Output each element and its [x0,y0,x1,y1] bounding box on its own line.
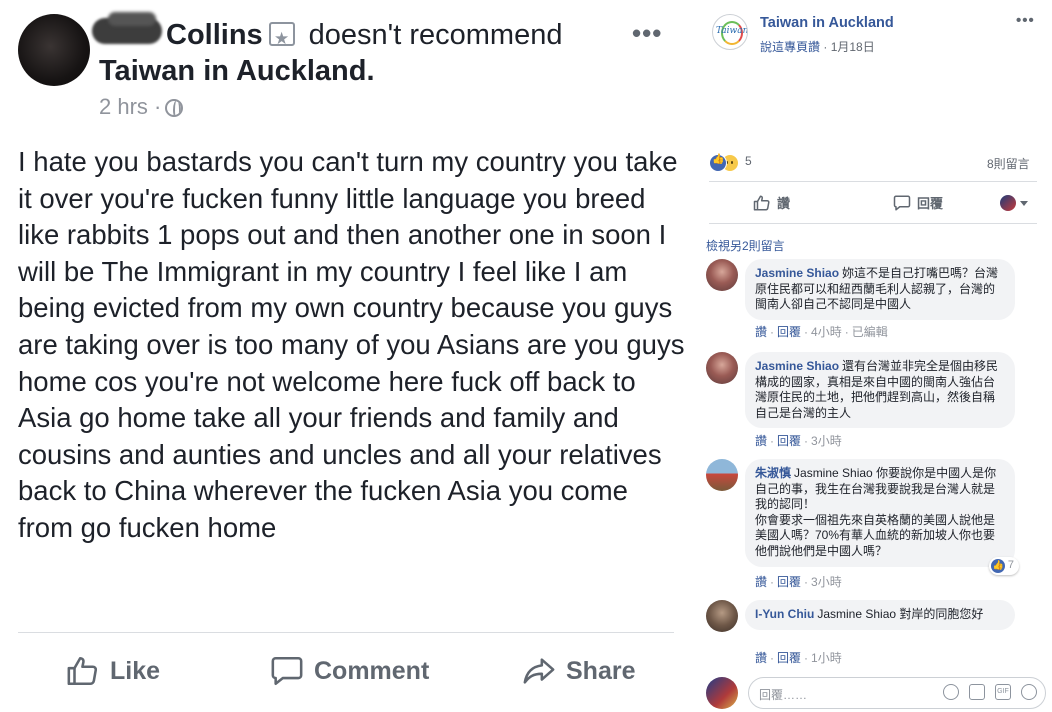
emoji-icon[interactable] [943,684,959,700]
like-label: Like [110,656,161,685]
recommend-verb: doesn't recommend [308,19,563,51]
camera-icon[interactable] [969,684,985,700]
post-header: Collins ★ doesn't recommend [166,17,562,53]
comment-reactions[interactable]: 7 [988,556,1019,575]
comment-text: 對岸的同胞您好 [899,607,984,621]
comment-bubble-icon [271,656,303,686]
comment-time[interactable]: 3小時 [811,575,842,589]
chevron-down-icon [1020,200,1028,206]
comment-time[interactable]: 4小時 [811,325,842,339]
liked-page-link[interactable]: 說這專頁讚 [760,40,820,54]
thumbs-up-icon [753,195,770,210]
commenter-avatar[interactable] [706,259,738,291]
share-label: Share [566,656,636,685]
author-avatar[interactable] [18,14,90,86]
comment-actions: 讚 · 回覆 · 4小時 · 已編輯 [755,325,888,339]
public-globe-icon [165,99,184,117]
page-post-panel: Taiwan Taiwan in Auckland 說這專頁讚 · 1月18日 … [693,0,1052,712]
commenter-name[interactable]: Jasmine Shiao [755,266,839,280]
gif-icon[interactable]: GIF [995,684,1011,700]
comment-actions: 讚 · 回覆 · 1小時 [755,651,842,665]
post-date[interactable]: 1月18日 [831,40,875,54]
commenter-name[interactable]: I-Yun Chiu [755,607,814,621]
commenter-avatar[interactable] [706,352,738,384]
comment-actions: 讚 · 回覆 · 3小時 [755,434,842,448]
like-reaction-icon [990,558,1005,573]
comment-actions: 讚 · 回覆 · 3小時 [755,575,842,589]
share-arrow-icon [523,658,555,684]
comment-reply-link[interactable]: 回覆 [777,325,801,339]
comment-reply-link[interactable]: 回覆 [777,575,801,589]
comment-bubble: I-Yun Chiu Jasmine Shiao 對岸的同胞您好 [745,600,1015,630]
like-reaction-icon [709,154,727,172]
divider [709,223,1037,224]
composer-tools: GIF [943,684,1037,700]
more-options-icon[interactable]: ••• [632,18,662,49]
comment-reply-link[interactable]: 回覆 [777,651,801,665]
comment-like-link[interactable]: 讚 [755,575,767,589]
view-more-comments-link[interactable]: 檢視另2則留言 [706,237,785,254]
commenter-name[interactable]: Jasmine Shiao [755,359,839,373]
reply-composer: 回覆…… GIF [706,673,1046,709]
comment-text: 你會要求一個祖先來自英格蘭的美國人說他是美國人嗎？70%有華人血統的新加坡人你也… [755,512,996,558]
comment-bubble-icon [893,195,911,210]
comment-reaction-count: 7 [1007,558,1014,571]
comment-button[interactable]: Comment [270,651,429,691]
like-button[interactable]: Like [66,651,160,691]
commenter-name[interactable]: 朱淑慎 [755,466,791,480]
page-logo[interactable]: Taiwan [712,14,748,50]
comment-mention[interactable]: Jasmine Shiao [817,607,896,621]
post-text: I hate you bastards you can't turn my co… [18,146,685,543]
more-options-icon[interactable]: ••• [1016,12,1035,29]
comment-button[interactable]: 回覆 [893,193,943,212]
post-time[interactable]: 2 hrs [99,94,148,119]
comment-like-link[interactable]: 讚 [755,651,767,665]
comment-time[interactable]: 3小時 [811,434,842,448]
post-meta: 2 hrs · [99,94,184,120]
comment-like-link[interactable]: 讚 [755,434,767,448]
comment-label: Comment [314,656,430,685]
share-button[interactable]: Share [522,651,635,691]
comment-like-link[interactable]: 讚 [755,325,767,339]
reply-placeholder: 回覆…… [759,688,808,702]
like-button[interactable]: 讚 [753,193,790,212]
comment-bubble: Jasmine Shiao 還有台灣並非完全是個由移民構成的國家，真相是來自中國的… [745,352,1015,429]
comment-mention[interactable]: Jasmine Shiao [794,466,873,480]
meta-separator: · [823,40,828,54]
divider [18,632,674,633]
reply-input[interactable]: 回覆…… GIF [748,677,1046,709]
redaction-scribble [108,12,156,26]
review-star-icon: ★ [268,22,295,48]
sticker-icon[interactable] [1021,684,1037,700]
comment-reply-link[interactable]: 回覆 [777,434,801,448]
commenter-avatar[interactable] [706,459,738,491]
comment-count[interactable]: 8則留言 [987,155,1030,172]
page-name-link[interactable]: Taiwan in Auckland [760,15,894,31]
reaction-count[interactable]: 5 [745,154,752,168]
account-avatar [1000,195,1016,211]
thumbs-up-icon [67,656,98,686]
commenter-avatar[interactable] [706,600,738,632]
divider [709,181,1037,182]
post-meta: 說這專頁讚 · 1月18日 [760,38,875,55]
reaction-summary[interactable]: 5 8則留言 [709,152,1039,174]
meta-separator: · [154,94,162,119]
comment-bubble: 朱淑慎 Jasmine Shiao 你要說你是中國人是你自己的事，我生在台灣我要說… [745,459,1019,575]
comment-time[interactable]: 1小時 [811,651,842,665]
post-as-selector[interactable] [1000,195,1028,211]
account-avatar [706,677,738,709]
comment-text: 你要說你是中國人是你自己的事，我生在台灣我要說我是台灣人就是我的認同！ [755,466,997,512]
comment-bubble: Jasmine Shiao 妳這不是自己打嘴巴嗎？台灣原住民都可以和紐西蘭毛利人認… [745,259,1015,320]
like-label: 讚 [777,196,791,211]
review-post: Collins ★ doesn't recommend Taiwan in Auck… [0,0,690,712]
author-name[interactable]: Collins [166,19,263,51]
reviewed-page-link[interactable]: Taiwan in Auckland. [99,53,375,89]
edited-label[interactable]: 已編輯 [852,325,888,339]
comment-label: 回覆 [917,196,944,211]
